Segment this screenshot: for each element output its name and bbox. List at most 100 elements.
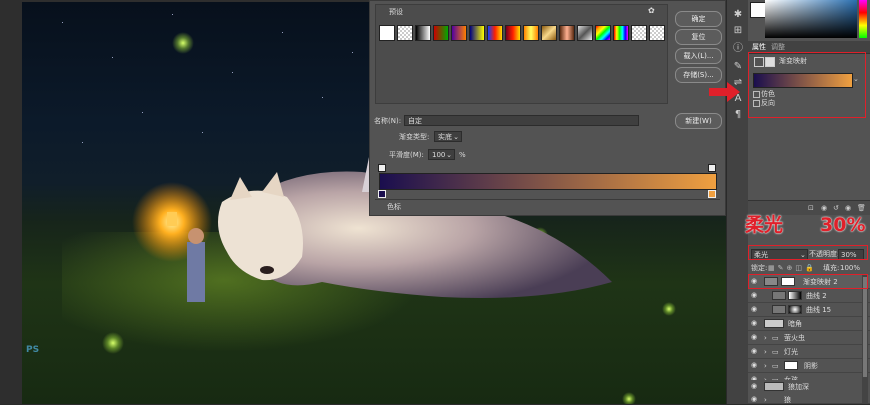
preset-swatch[interactable] bbox=[451, 25, 467, 41]
layer-name: 曲线 15 bbox=[806, 306, 832, 314]
eye-icon[interactable]: ◉ bbox=[751, 382, 760, 391]
mask-thumb bbox=[788, 291, 802, 300]
reset-button[interactable]: 复位 bbox=[675, 29, 722, 45]
eye-icon[interactable]: ◉ bbox=[751, 347, 760, 356]
highlight-properties-box bbox=[748, 52, 866, 118]
preset-swatch[interactable] bbox=[379, 25, 395, 41]
color-stop-label: 色标 bbox=[387, 203, 401, 211]
preset-swatch[interactable] bbox=[487, 25, 503, 41]
preset-swatch[interactable] bbox=[469, 25, 485, 41]
reset-icon[interactable]: ↺ bbox=[833, 203, 839, 213]
folder-icon: ▭ bbox=[772, 348, 779, 356]
tab-properties[interactable]: 属性 bbox=[752, 42, 766, 52]
smoothness-label: 平滑度(M): bbox=[389, 151, 424, 159]
eye-icon[interactable]: ◉ bbox=[751, 305, 760, 314]
ok-button[interactable]: 确定 bbox=[675, 11, 722, 27]
load-button[interactable]: 载入(L)... bbox=[675, 48, 722, 64]
color-field[interactable] bbox=[765, 0, 857, 38]
layer-name: 阴影 bbox=[804, 362, 818, 370]
preset-swatch[interactable] bbox=[541, 25, 557, 41]
preset-swatch[interactable] bbox=[577, 25, 593, 41]
eye-icon[interactable]: ◉ bbox=[751, 319, 760, 328]
hue-slider[interactable] bbox=[859, 0, 867, 38]
lock-icons[interactable]: ▦✎⊕◫🔒 bbox=[768, 263, 817, 273]
name-field[interactable]: 自定 bbox=[404, 115, 639, 126]
eye-icon[interactable]: ◉ bbox=[751, 361, 760, 370]
save-button[interactable]: 存储(S)... bbox=[675, 67, 722, 83]
layer-thumb bbox=[764, 382, 784, 391]
layer-row[interactable]: ◉ › ▭ 萤火虫 bbox=[748, 331, 870, 345]
preset-swatch[interactable] bbox=[559, 25, 575, 41]
mask-thumb bbox=[788, 305, 802, 314]
chevron-right-icon[interactable]: › bbox=[764, 347, 767, 357]
clip-icon[interactable]: ⊡ bbox=[808, 203, 814, 213]
layer-row[interactable]: ◉ 曲线 2 bbox=[748, 289, 870, 303]
folder-icon: ▭ bbox=[772, 334, 779, 342]
opacity-stop-left[interactable] bbox=[378, 164, 386, 172]
properties-footer: ⊡ ◉ ↺ ◉ 🗑 bbox=[748, 200, 870, 215]
info-icon[interactable]: ⓘ bbox=[731, 42, 745, 56]
gradient-preview-bar[interactable] bbox=[379, 173, 717, 190]
gradient-type-value: 实底 bbox=[438, 133, 452, 141]
previous-state-icon[interactable]: ◉ bbox=[821, 203, 827, 213]
preset-swatch[interactable] bbox=[631, 25, 647, 41]
brush-presets-icon[interactable]: ✱ bbox=[731, 8, 745, 22]
lock-label: 锁定: bbox=[751, 264, 768, 272]
adjustment-thumb bbox=[772, 291, 786, 300]
smoothness-input[interactable]: 100 ⌄ bbox=[428, 149, 455, 160]
adjustment-thumb bbox=[772, 305, 786, 314]
layer-row[interactable]: ◉ 狼加深 bbox=[748, 380, 870, 394]
visibility-icon[interactable]: ◉ bbox=[845, 203, 851, 213]
watermark-logo: PS bbox=[26, 345, 40, 355]
chevron-right-icon[interactable]: › bbox=[764, 361, 767, 371]
layer-row[interactable]: ◉ 暗角 bbox=[748, 317, 870, 331]
preset-swatch[interactable] bbox=[649, 25, 665, 41]
layer-name: 狼加深 bbox=[788, 383, 809, 391]
layers-scrollbar[interactable] bbox=[862, 275, 868, 404]
red-arrow-icon bbox=[709, 82, 740, 102]
tab-adjustments[interactable]: 调整 bbox=[771, 42, 785, 52]
preset-swatch[interactable] bbox=[505, 25, 521, 41]
gradient-type-select[interactable]: 实底 ⌄ bbox=[434, 131, 462, 142]
annotation-mode-text: 柔光 bbox=[745, 214, 784, 236]
new-button[interactable]: 新建(W) bbox=[675, 113, 722, 129]
presets-label: 预设 bbox=[389, 8, 403, 16]
eye-icon[interactable]: ◉ bbox=[751, 395, 760, 404]
preset-swatch[interactable] bbox=[397, 25, 413, 41]
smoothness-unit: % bbox=[459, 151, 466, 159]
gear-icon[interactable]: ✿ bbox=[648, 6, 655, 16]
preset-swatch[interactable] bbox=[613, 25, 629, 41]
foreground-color-swatch[interactable] bbox=[750, 2, 766, 18]
trash-icon[interactable]: 🗑 bbox=[857, 203, 866, 213]
annotation-opacity-text: 30% bbox=[820, 214, 866, 236]
chevron-down-icon: ⌄ bbox=[446, 151, 452, 159]
eye-icon[interactable]: ◉ bbox=[751, 333, 760, 342]
preset-swatch[interactable] bbox=[433, 25, 449, 41]
color-stop-right[interactable] bbox=[708, 190, 716, 198]
fill-label: 填充: bbox=[823, 264, 840, 272]
chevron-right-icon[interactable]: › bbox=[764, 333, 767, 343]
preset-swatch[interactable] bbox=[595, 25, 611, 41]
fill-value[interactable]: 100% bbox=[840, 263, 860, 273]
layer-name: 萤火虫 bbox=[784, 334, 805, 342]
folder-icon: ▭ bbox=[772, 362, 779, 370]
eye-icon[interactable]: ◉ bbox=[751, 291, 760, 300]
preset-swatch[interactable] bbox=[523, 25, 539, 41]
gradient-type-label: 渐变类型: bbox=[399, 133, 430, 141]
highlight-layer-box bbox=[748, 274, 868, 289]
color-stop-left[interactable] bbox=[378, 190, 386, 198]
layer-row[interactable]: ◉ › ▭ 阴影 bbox=[748, 359, 870, 373]
layer-row[interactable]: ◉ 曲线 15 bbox=[748, 303, 870, 317]
layer-row[interactable]: ◉ › 狼 bbox=[748, 393, 870, 404]
layer-comps-icon[interactable]: ⊞ bbox=[731, 24, 745, 38]
chevron-down-icon: ⌄ bbox=[453, 133, 459, 141]
layer-name: 曲线 2 bbox=[806, 292, 827, 300]
preset-swatch[interactable] bbox=[415, 25, 431, 41]
mask-thumb bbox=[784, 361, 798, 370]
paragraph-icon[interactable]: ¶ bbox=[731, 108, 745, 122]
scrollbar-thumb[interactable] bbox=[863, 277, 867, 377]
layer-row[interactable]: ◉ › ▭ 灯光 bbox=[748, 345, 870, 359]
opacity-stop-right[interactable] bbox=[708, 164, 716, 172]
brush-icon[interactable]: ✎ bbox=[731, 60, 745, 74]
presets-panel: 预设 ✿ bbox=[375, 4, 668, 104]
